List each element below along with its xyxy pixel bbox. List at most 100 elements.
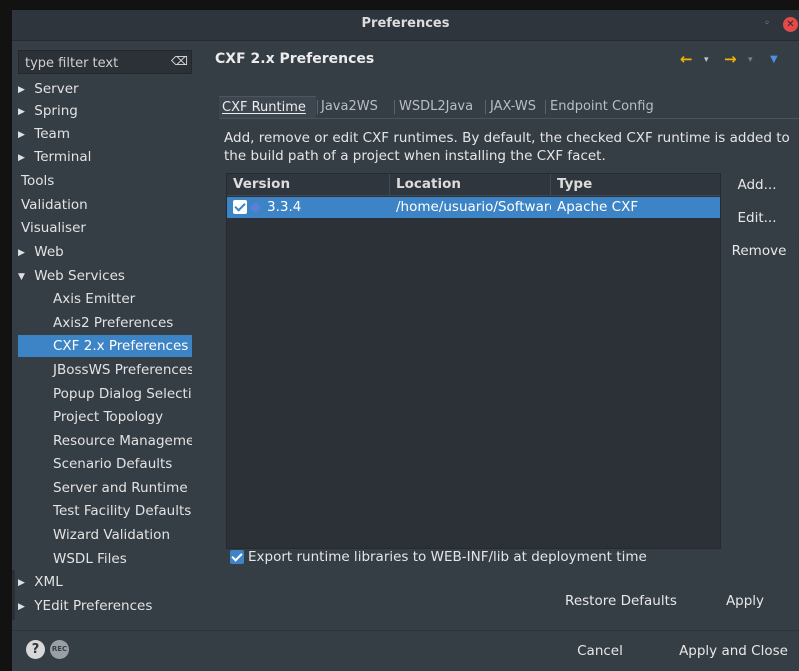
tab-label: JAX-WS: [490, 99, 537, 114]
page-title: CXF 2.x Preferences: [215, 51, 375, 67]
runtimes-table[interactable]: Version Location Type 3.3.4 /home/usuari…: [226, 173, 721, 549]
tree-item-label: Terminal: [34, 149, 92, 165]
tree-item-label: Visualiser: [21, 220, 86, 236]
forward-history-dropdown-icon[interactable]: ▾: [748, 55, 753, 65]
tree-item-visualiser[interactable]: Visualiser: [18, 217, 192, 239]
tree-item-label: Team: [34, 126, 70, 142]
minimize-icon[interactable]: ◦: [759, 16, 775, 32]
title-bar: Preferences ◦ ✕: [12, 10, 799, 41]
tree-item-server-and-runtime[interactable]: Server and Runtime: [18, 477, 192, 499]
expand-arrow-icon[interactable]: ▶: [18, 79, 30, 100]
export-runtime-label[interactable]: Export runtime libraries to WEB-INF/lib …: [248, 548, 647, 566]
close-icon[interactable]: ✕: [783, 17, 798, 32]
table-row[interactable]: 3.3.4 /home/usuario/Software Apache CXF: [227, 197, 720, 218]
tree-item-label: JBossWS Preferences: [53, 362, 192, 378]
tree-item-web[interactable]: ▶ Web: [18, 241, 192, 263]
tree-item-resource-management[interactable]: Resource Management: [18, 430, 192, 452]
apply-and-close-button[interactable]: Apply and Close: [670, 638, 797, 664]
tree-item-label: Scenario Defaults: [53, 456, 173, 472]
record-icon[interactable]: REC: [50, 640, 69, 659]
expand-arrow-icon[interactable]: ▶: [18, 147, 30, 168]
tree-item-popup-dialog-selection[interactable]: Popup Dialog Selection: [18, 383, 192, 405]
runtime-default-checkbox[interactable]: [233, 200, 247, 214]
tab-endpoint-config[interactable]: Endpoint Config: [547, 96, 657, 118]
edit-button[interactable]: Edit...: [724, 205, 790, 231]
tree-item-label: Resource Management: [53, 433, 192, 449]
tree-item-label: Server: [34, 81, 79, 97]
filter-input[interactable]: [23, 53, 157, 73]
tree-item-jbossws-preferences[interactable]: JBossWS Preferences: [18, 359, 192, 381]
expand-arrow-icon[interactable]: ▶: [18, 596, 30, 617]
tree-item-test-facility-defaults[interactable]: Test Facility Defaults: [18, 500, 192, 522]
expand-arrow-icon[interactable]: ▶: [18, 101, 30, 122]
tree-item-terminal[interactable]: ▶ Terminal: [18, 146, 192, 168]
tree-item-label: Spring: [34, 103, 78, 119]
tree-item-axis2-preferences[interactable]: Axis2 Preferences: [18, 312, 192, 334]
tree-item-validation[interactable]: Validation: [18, 194, 192, 216]
tree-item-yedit-preferences[interactable]: ▶ YEdit Preferences: [18, 595, 192, 617]
tab-wsdl2java[interactable]: WSDL2Java: [396, 96, 476, 118]
panel-sash[interactable]: [12, 570, 15, 620]
tab-divider: [219, 118, 799, 119]
tab-label: WSDL2Java: [399, 99, 474, 114]
tree-item-xml[interactable]: ▶ XML: [18, 571, 192, 593]
remove-button[interactable]: Remove: [724, 238, 794, 264]
tree-item-web-services[interactable]: ▼ Web Services: [18, 265, 192, 287]
back-arrow-icon[interactable]: ←: [680, 50, 693, 68]
collapse-arrow-icon[interactable]: ▼: [18, 266, 30, 287]
tree-item-project-topology[interactable]: Project Topology: [18, 406, 192, 428]
expand-arrow-icon[interactable]: ▶: [18, 242, 30, 263]
tree-item-wsdl-files[interactable]: WSDL Files: [18, 548, 192, 570]
export-runtime-checkbox[interactable]: [230, 550, 244, 564]
cancel-button[interactable]: Cancel: [540, 638, 660, 664]
tree-item-label: Web Services: [34, 268, 125, 284]
type-cell: Apache CXF: [557, 199, 639, 215]
tree-item-wizard-validation[interactable]: Wizard Validation: [18, 524, 192, 546]
tree-item-label: Popup Dialog Selection: [53, 386, 192, 402]
column-header-location[interactable]: Location: [390, 174, 551, 196]
expand-arrow-icon[interactable]: ▶: [18, 124, 30, 145]
clear-filter-icon[interactable]: ⌫: [171, 55, 188, 68]
tree-item-tools[interactable]: Tools: [18, 170, 192, 192]
view-menu-icon[interactable]: ▼: [770, 54, 778, 65]
tab-label: CXF Runtime: [222, 100, 306, 115]
tree-item-scenario-defaults[interactable]: Scenario Defaults: [18, 453, 192, 475]
button-bar-divider: [12, 630, 799, 631]
tab-label: Endpoint Config: [550, 99, 654, 114]
forward-arrow-icon[interactable]: →: [724, 50, 737, 68]
restore-defaults-button[interactable]: Restore Defaults: [554, 588, 688, 614]
tree-item-label: Axis2 Preferences: [53, 315, 174, 331]
tree-item-label: Tools: [21, 173, 55, 189]
tree-item-server[interactable]: ▶ Server: [18, 78, 192, 100]
runtime-icon: [251, 203, 260, 212]
tab-separator: [545, 100, 546, 114]
back-history-dropdown-icon[interactable]: ▾: [704, 55, 709, 65]
column-header-version[interactable]: Version: [227, 174, 390, 196]
filter-field[interactable]: ⌫: [18, 50, 192, 74]
tree-item-spring[interactable]: ▶ Spring: [18, 100, 192, 122]
column-header-type[interactable]: Type: [551, 174, 720, 196]
help-icon[interactable]: ?: [26, 640, 45, 659]
window-title: Preferences: [361, 16, 450, 31]
apply-button[interactable]: Apply: [695, 588, 795, 614]
tab-jax-ws[interactable]: JAX-WS: [487, 96, 539, 118]
tree-item-label: Axis Emitter: [53, 291, 136, 307]
preference-tabs: CXF Runtime Java2WS WSDL2Java JAX-WS End…: [219, 96, 799, 118]
add-button[interactable]: Add...: [724, 172, 790, 198]
tab-label: Java2WS: [321, 99, 378, 114]
tree-item-label: Validation: [21, 197, 88, 213]
tab-cxf-runtime[interactable]: CXF Runtime: [219, 96, 316, 118]
tree-item-label: Project Topology: [53, 409, 164, 425]
tree-item-team[interactable]: ▶ Team: [18, 123, 192, 145]
tree-item-label: Test Facility Defaults: [53, 503, 192, 519]
expand-arrow-icon[interactable]: ▶: [18, 572, 30, 593]
page-navigation: ← ▾ → ▾ ▼: [680, 50, 798, 70]
tree-item-axis-emitter[interactable]: Axis Emitter: [18, 288, 192, 310]
location-cell: /home/usuario/Software: [396, 199, 551, 215]
tab-java2ws[interactable]: Java2WS: [318, 96, 381, 118]
tree-item-label: Web: [34, 244, 64, 260]
tree-item-label: Wizard Validation: [53, 527, 170, 543]
tree-item-label: XML: [34, 574, 63, 590]
version-cell: 3.3.4: [267, 199, 302, 215]
tree-item-cxf-preferences[interactable]: CXF 2.x Preferences: [18, 335, 192, 357]
